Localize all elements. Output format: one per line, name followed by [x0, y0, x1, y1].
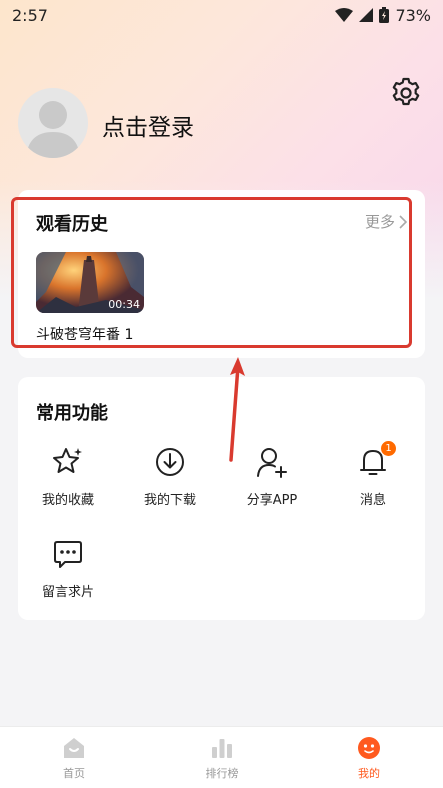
functions-title: 常用功能 [36, 403, 108, 424]
bottom-tab-bar: 首页 排行榜 我的 [0, 726, 443, 788]
tab-home[interactable]: 首页 [34, 735, 114, 781]
my-downloads-button[interactable]: 我的下载 [120, 445, 220, 508]
status-icons: 73% [335, 6, 431, 25]
tab-label: 排行榜 [205, 767, 239, 780]
profile-header: 点击登录 [0, 80, 443, 170]
default-avatar-icon [26, 101, 80, 158]
messages-button[interactable]: 1 消息 [323, 441, 423, 508]
function-label: 我的下载 [143, 493, 196, 508]
add-user-icon [257, 448, 287, 478]
signal-icon [359, 8, 374, 22]
function-label: 我的收藏 [41, 493, 94, 508]
login-button[interactable]: 点击登录 [102, 108, 194, 142]
my-favorites-button[interactable]: 我的收藏 [18, 445, 118, 508]
star-icon [53, 448, 82, 473]
home-icon [64, 738, 84, 758]
ranking-icon [212, 739, 232, 758]
download-icon [156, 448, 184, 476]
common-functions-card: 常用功能 我的收藏 我的下载 分享APP 1 消息 留言求片 [18, 377, 425, 620]
profile-face-icon [358, 737, 380, 759]
chat-icon [54, 541, 82, 568]
battery-level: 73% [395, 5, 431, 25]
function-label: 消息 [359, 493, 386, 508]
tab-ranking[interactable]: 排行榜 [182, 735, 262, 781]
avatar[interactable] [18, 88, 88, 158]
message-badge: 1 [381, 441, 396, 456]
tab-label: 我的 [358, 767, 380, 780]
status-bar: 2:57 73% [0, 0, 443, 30]
share-app-button[interactable]: 分享APP [222, 445, 322, 508]
request-video-button[interactable]: 留言求片 [18, 537, 118, 600]
highlight-box [11, 197, 412, 348]
gear-icon[interactable] [389, 76, 423, 110]
status-time: 2:57 [12, 5, 48, 25]
battery-icon [379, 7, 390, 23]
tab-label: 首页 [63, 767, 85, 780]
function-label: 留言求片 [41, 585, 94, 600]
wifi-icon [335, 8, 354, 22]
tab-mine[interactable]: 我的 [329, 735, 409, 781]
function-label: 分享APP [246, 493, 298, 508]
